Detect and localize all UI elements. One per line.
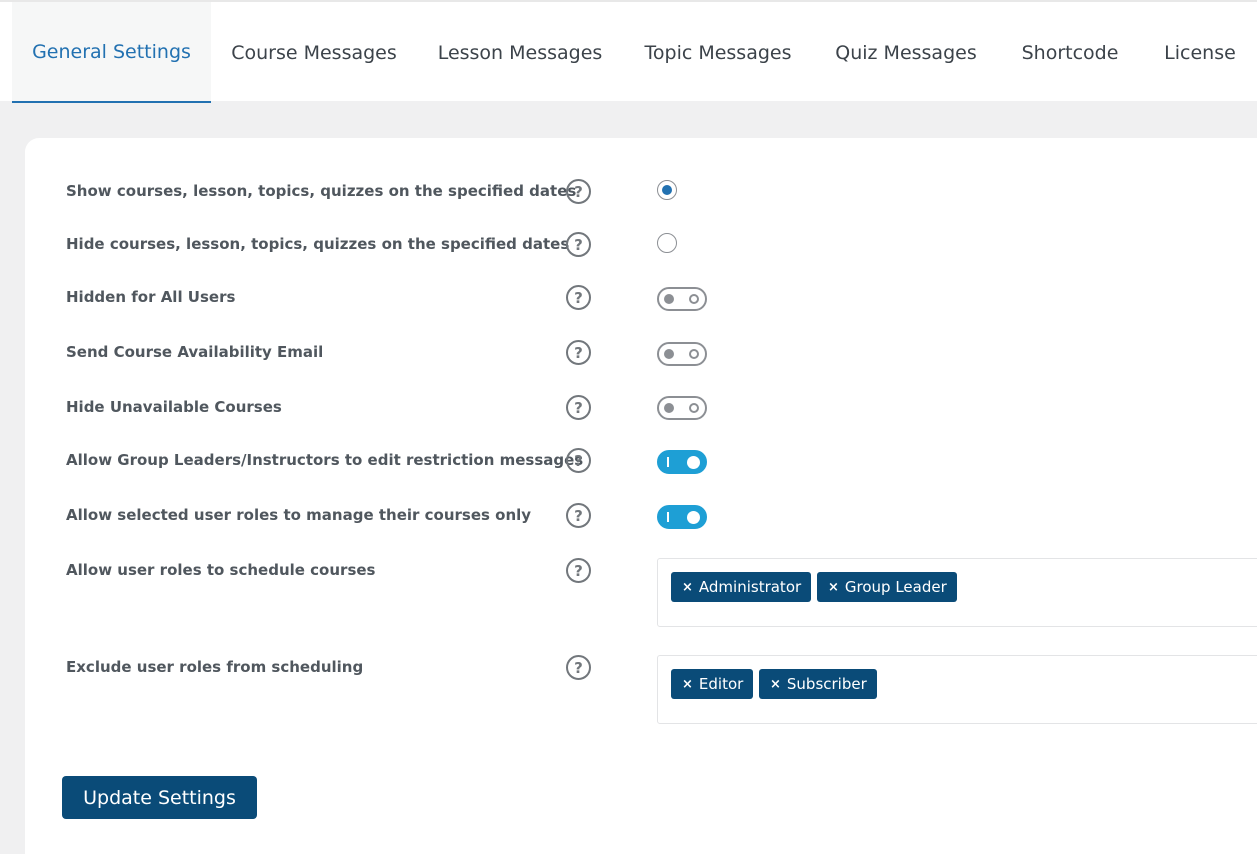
chip-remove-icon[interactable]: × <box>770 677 781 692</box>
allow-group-leaders-toggle[interactable] <box>657 450 707 474</box>
exclude-roles-label: Exclude user roles from scheduling <box>66 658 364 676</box>
allow-manage-own-label: Allow selected user roles to manage thei… <box>66 506 532 524</box>
allow-manage-own-toggle[interactable] <box>657 505 707 529</box>
chip-remove-icon[interactable]: × <box>682 677 693 692</box>
hide-dates-radio[interactable] <box>657 233 677 253</box>
help-icon[interactable]: ? <box>566 340 591 365</box>
hide-dates-label: Hide courses, lesson, topics, quizzes on… <box>66 235 570 253</box>
chip-label: Editor <box>698 675 744 693</box>
help-icon[interactable]: ? <box>566 655 591 680</box>
chip-editor[interactable]: × Editor <box>671 669 754 699</box>
chip-label: Group Leader <box>844 578 947 596</box>
tab-topic-messages[interactable]: Topic Messages <box>634 2 802 103</box>
help-icon[interactable]: ? <box>566 448 591 473</box>
hide-unavailable-label: Hide Unavailable Courses <box>66 398 282 416</box>
send-email-label: Send Course Availability Email <box>66 343 324 361</box>
help-icon[interactable]: ? <box>566 232 591 257</box>
tab-shortcode[interactable]: Shortcode <box>1010 2 1130 103</box>
schedule-roles-label: Allow user roles to schedule courses <box>66 561 376 579</box>
chip-remove-icon[interactable]: × <box>828 580 839 595</box>
chip-group-leader[interactable]: × Group Leader <box>817 572 957 602</box>
chip-label: Administrator <box>698 578 802 596</box>
chip-label: Subscriber <box>786 675 867 693</box>
show-dates-label: Show courses, lesson, topics, quizzes on… <box>66 182 577 200</box>
show-dates-radio[interactable] <box>657 180 677 200</box>
tab-general-settings[interactable]: General Settings <box>12 2 211 103</box>
help-icon[interactable]: ? <box>566 558 591 583</box>
hide-unavailable-toggle[interactable] <box>657 396 707 420</box>
tab-course-messages[interactable]: Course Messages <box>224 2 404 103</box>
chip-administrator[interactable]: × Administrator <box>671 572 812 602</box>
help-icon[interactable]: ? <box>566 179 591 204</box>
tab-lesson-messages[interactable]: Lesson Messages <box>430 2 610 103</box>
help-icon[interactable]: ? <box>566 285 591 310</box>
help-icon[interactable]: ? <box>566 395 591 420</box>
settings-tab-bar: General Settings Course Messages Lesson … <box>0 0 1257 103</box>
help-icon[interactable]: ? <box>566 503 591 528</box>
chip-subscriber[interactable]: × Subscriber <box>759 669 877 699</box>
allow-group-leaders-label: Allow Group Leaders/Instructors to edit … <box>66 451 584 469</box>
hidden-all-users-label: Hidden for All Users <box>66 288 236 306</box>
chip-remove-icon[interactable]: × <box>682 580 693 595</box>
hidden-all-users-toggle[interactable] <box>657 287 707 311</box>
send-email-toggle[interactable] <box>657 342 707 366</box>
tab-license[interactable]: License <box>1154 2 1246 103</box>
update-settings-button[interactable]: Update Settings <box>62 776 257 819</box>
tab-quiz-messages[interactable]: Quiz Messages <box>826 2 986 103</box>
